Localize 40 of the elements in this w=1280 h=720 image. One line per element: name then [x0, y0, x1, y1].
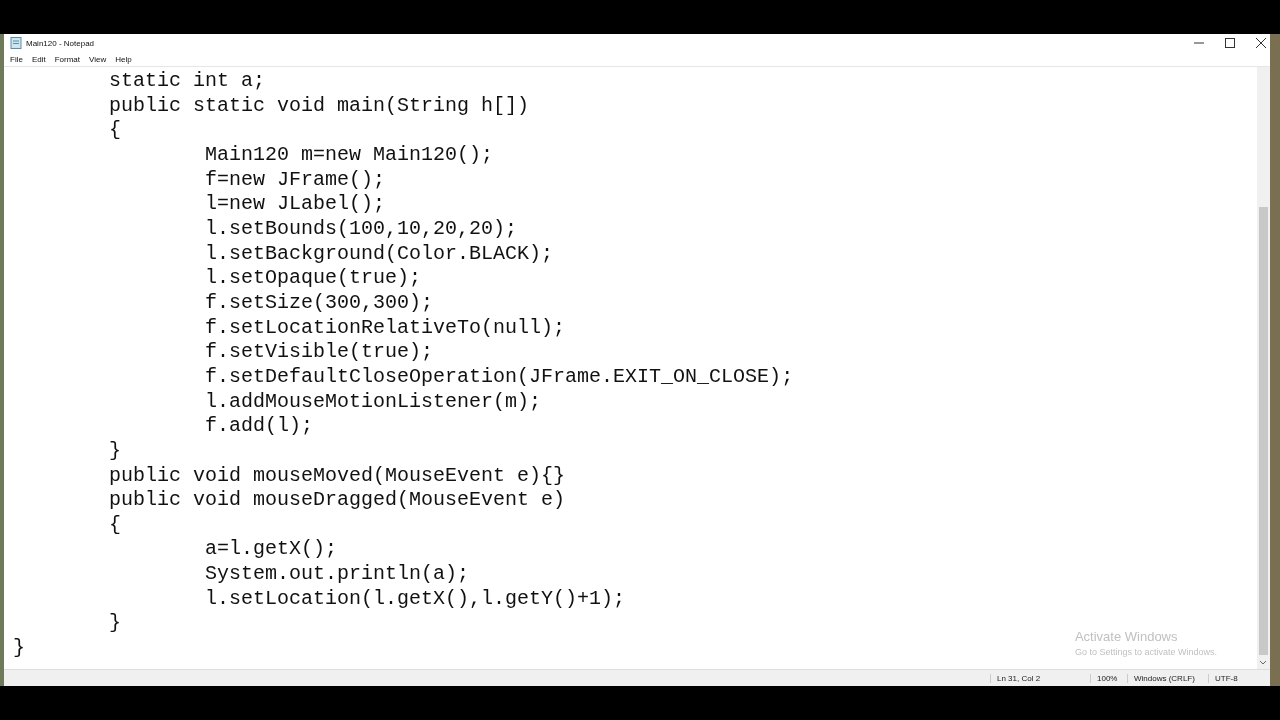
code-line: l.setOpaque(true);	[204, 266, 422, 291]
code-line: l.addMouseMotionListener(m);	[204, 389, 542, 415]
status-item: 100%	[1090, 673, 1127, 683]
code-line: {	[108, 512, 122, 538]
code-line: a=l.getX();	[204, 537, 338, 563]
code-line: f.add(l);	[204, 414, 314, 439]
code-line: l.setLocation(l.getX(),l.getY()+1);	[204, 586, 626, 612]
activation-title: Activate Windows	[1074, 629, 1179, 644]
status-item: Ln 31, Col 2	[990, 673, 1090, 683]
window-title: Main120 - Notepad	[26, 38, 95, 48]
menu-item[interactable]: Help	[115, 54, 132, 64]
menu-item[interactable]: Edit	[31, 54, 46, 64]
maximize-icon[interactable]	[1225, 38, 1235, 48]
menu-item[interactable]: View	[89, 54, 107, 64]
code-line: Main120 m=new Main120();	[204, 142, 494, 168]
code-line: }	[108, 438, 122, 464]
close-icon[interactable]	[1256, 38, 1266, 48]
code-line: {	[108, 118, 122, 143]
code-line: l=new JLabel();	[204, 192, 386, 217]
code-line: l.setBounds(100,10,20,20);	[204, 216, 518, 242]
code-line: f=new JFrame();	[204, 167, 386, 193]
code-line: f.setVisible(true);	[204, 340, 434, 365]
code-line: }	[13, 636, 25, 661]
status-item: Windows (CRLF)	[1127, 673, 1208, 683]
code-line: System.out.println(a);	[204, 562, 470, 587]
code-line: f.setLocationRelativeTo(null);	[204, 315, 566, 341]
code-line: l.setBackground(Color.BLACK);	[204, 241, 554, 267]
code-line: public void mouseMoved(MouseEvent e){}	[108, 463, 566, 489]
code-line: public static void main(String h[])	[108, 93, 530, 119]
scrollbar[interactable]	[1257, 67, 1270, 669]
code-line: }	[108, 611, 122, 637]
code-line: static int a;	[108, 69, 266, 94]
menu-item[interactable]: File	[10, 54, 23, 64]
scroll-down-icon[interactable]	[1259, 660, 1267, 666]
status-item: UTF-8	[1208, 673, 1255, 683]
menu-item[interactable]: Format	[54, 54, 81, 64]
notepad-icon	[10, 37, 22, 49]
code-line: public void mouseDragged(MouseEvent e)	[108, 488, 566, 513]
code-line: f.setDefaultCloseOperation(JFrame.EXIT_ON_CLOSE);	[204, 364, 794, 390]
code-line: f.setSize(300,300);	[204, 290, 434, 316]
